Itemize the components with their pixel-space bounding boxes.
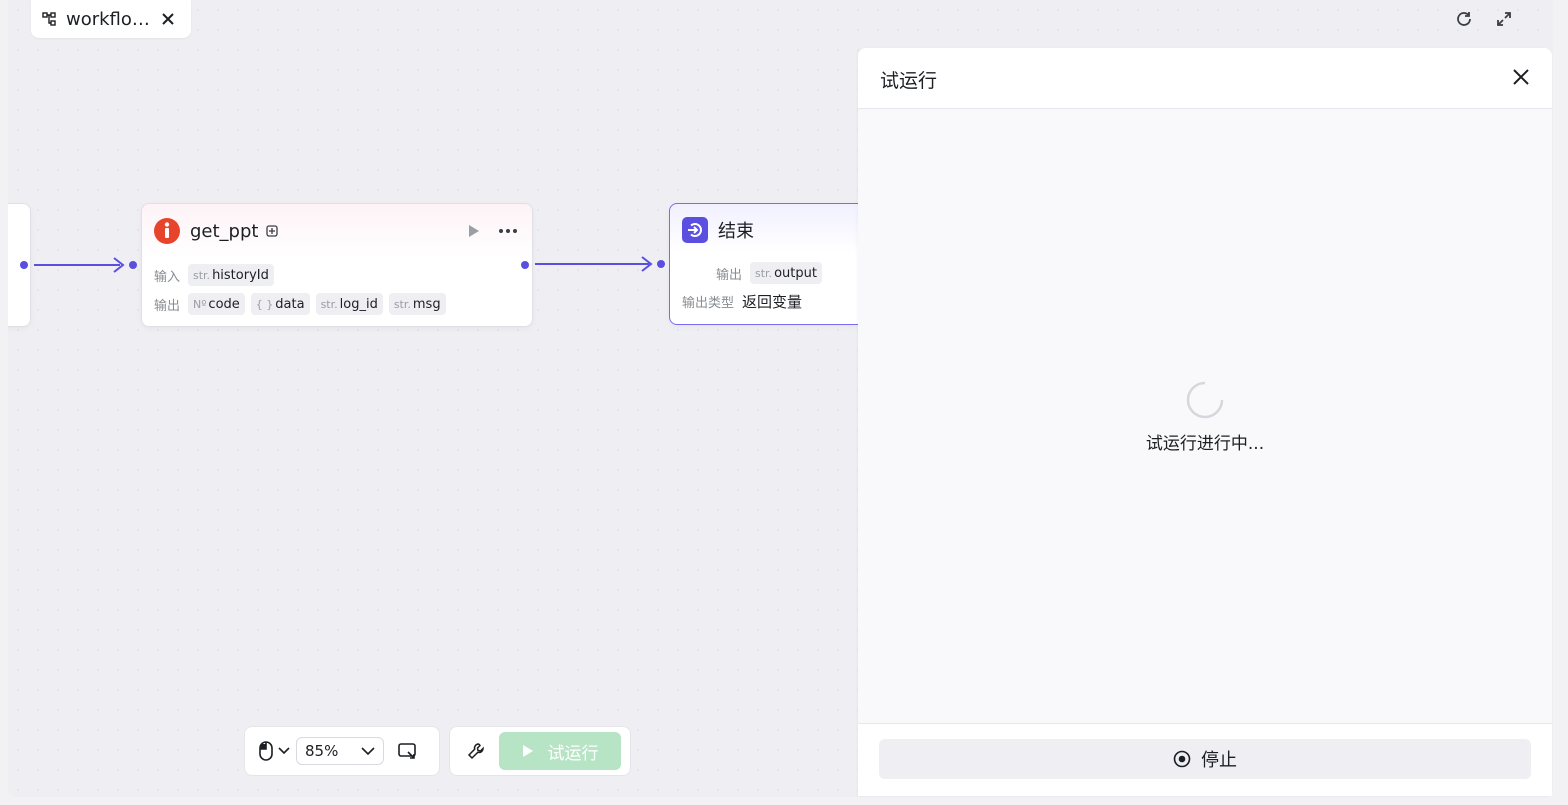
param-name: historyId: [212, 267, 269, 283]
arrow-icon: [113, 257, 125, 273]
output-type-value: 返回变量: [742, 293, 803, 311]
node-get-ppt[interactable]: get_ppt 输入 str. historyId 输出 Nº code {}…: [141, 203, 533, 327]
param-type: { }: [255, 297, 274, 311]
chevron-down-icon[interactable]: [278, 747, 290, 755]
node-header: get_ppt: [154, 218, 279, 244]
param-name: msg: [412, 296, 441, 312]
param-name: output: [774, 265, 817, 281]
output-row: 输出 Nº code { } data str. log_id str. msg: [154, 293, 452, 315]
mouse-icon[interactable]: [259, 741, 273, 761]
more-icon[interactable]: [498, 228, 518, 234]
output-label: 输出: [154, 298, 181, 314]
param-tag: Nº code: [188, 293, 245, 315]
output-type-label: 输出类型: [682, 296, 735, 311]
param-tag: str. msg: [388, 293, 446, 315]
plugin-icon: [154, 218, 180, 244]
arrow-icon: [641, 256, 653, 272]
param-name: data: [275, 296, 305, 312]
loading-spinner-icon: [1186, 381, 1224, 419]
input-port[interactable]: [657, 260, 665, 268]
param-type: str.: [320, 297, 338, 311]
output-label: 输出: [715, 267, 742, 283]
param-type: str.: [393, 297, 411, 311]
plugin-badge-icon: [266, 225, 279, 237]
close-icon[interactable]: [160, 11, 176, 27]
end-node-icon: [682, 217, 708, 243]
panel-title: 试运行: [880, 70, 938, 92]
stop-button[interactable]: 停止: [879, 739, 1531, 779]
output-type-row: 输出类型 返回变量: [682, 291, 802, 312]
run-toolbar: 试运行: [449, 726, 631, 776]
output-port[interactable]: [20, 261, 28, 269]
zoom-value: 85%: [305, 742, 339, 760]
node-header: 结束: [682, 217, 754, 243]
node-title: get_ppt: [190, 220, 259, 242]
param-type: str.: [755, 266, 773, 280]
stop-icon: [1173, 750, 1191, 768]
wrench-icon[interactable]: [467, 742, 485, 760]
chevron-down-icon: [361, 747, 375, 755]
node-title: 结束: [718, 221, 754, 242]
node-actions: [468, 224, 518, 238]
input-label: 输入: [154, 269, 181, 285]
param-type: str.: [193, 268, 211, 282]
param-tag: { } data: [250, 293, 310, 315]
param-tag: str. historyId: [188, 264, 274, 286]
stop-label: 停止: [1201, 750, 1237, 771]
param-tag: str. output: [750, 262, 822, 284]
workflow-tab[interactable]: workflo…: [31, 0, 191, 38]
play-icon: [522, 745, 533, 757]
input-port[interactable]: [129, 261, 137, 269]
refresh-icon[interactable]: [1455, 10, 1473, 28]
edge-line: [535, 263, 649, 265]
param-name: log_id: [339, 296, 378, 312]
expand-icon[interactable]: [1495, 10, 1513, 28]
trial-run-panel: 试运行 试运行进行中... 停止: [858, 48, 1552, 796]
param-type: Nº: [193, 297, 207, 311]
output-row: 输出 str. output: [682, 262, 828, 284]
top-actions: [1455, 10, 1513, 28]
canvas-toolbar: 85%: [244, 726, 440, 776]
workflow-icon: [42, 12, 56, 26]
tab-title: workflo…: [66, 8, 150, 30]
panel-header: 试运行: [858, 48, 1552, 109]
minimap-icon[interactable]: [398, 742, 418, 760]
close-icon[interactable]: [1512, 68, 1530, 86]
zoom-select[interactable]: 85%: [296, 737, 384, 765]
output-port[interactable]: [521, 261, 529, 269]
status-text: 试运行进行中...: [1145, 434, 1265, 454]
param-tag: str. log_id: [315, 293, 383, 315]
trial-run-label: 试运行: [547, 743, 599, 764]
edge-line: [34, 264, 120, 266]
trial-run-button[interactable]: 试运行: [499, 732, 621, 770]
param-name: code: [208, 296, 240, 312]
panel-footer: 停止: [858, 723, 1552, 796]
play-icon[interactable]: [468, 224, 480, 238]
input-row: 输入 str. historyId: [154, 264, 280, 286]
